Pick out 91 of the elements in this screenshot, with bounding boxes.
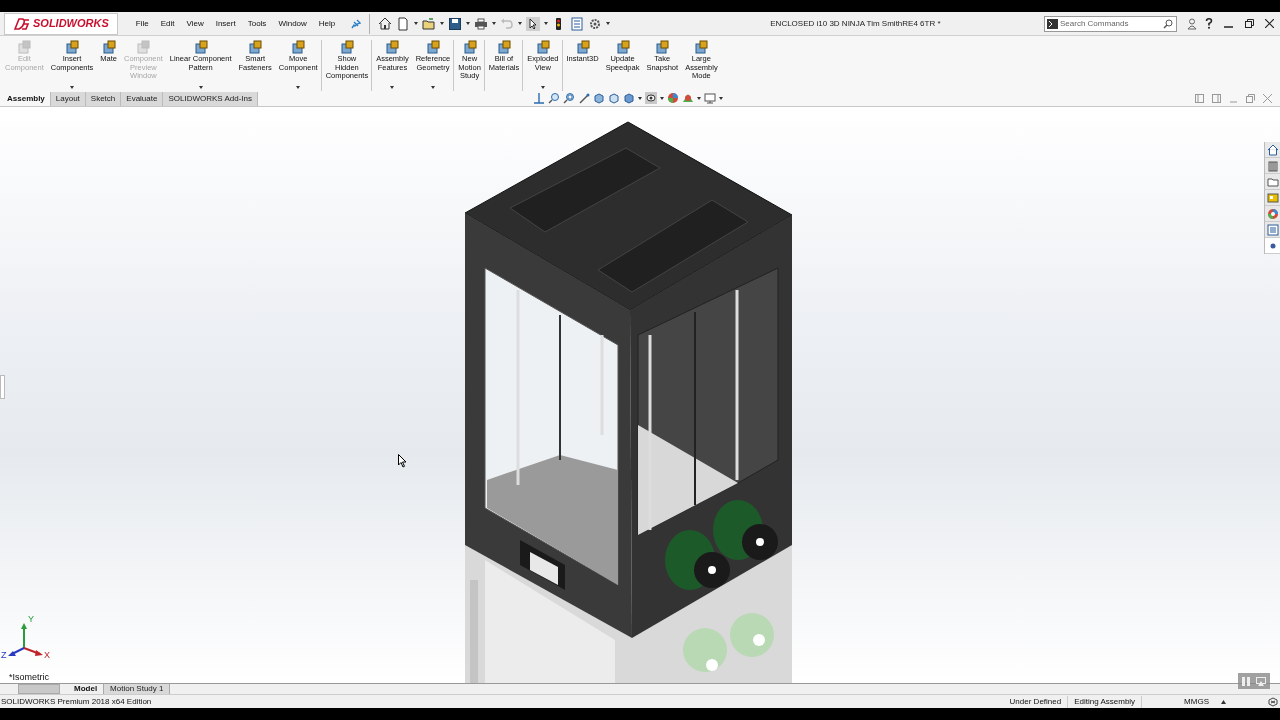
save-icon[interactable]	[448, 16, 463, 31]
folder-icon[interactable]	[1266, 175, 1279, 188]
panel-handle[interactable]	[0, 375, 5, 399]
caret-icon[interactable]	[697, 96, 702, 100]
caret-icon[interactable]	[198, 86, 203, 89]
color-wheel-icon[interactable]	[1266, 207, 1279, 220]
component-icon	[575, 40, 590, 54]
search-input[interactable]: Search Commands	[1060, 17, 1163, 30]
axis-label: Z	[1, 651, 7, 660]
folder-icon[interactable]	[422, 16, 437, 31]
menu-item[interactable]: Insert	[211, 17, 240, 30]
component-icon	[462, 40, 477, 54]
caret-icon[interactable]	[296, 86, 301, 89]
menu-item[interactable]: Help	[314, 17, 340, 30]
search-icon	[1163, 18, 1173, 29]
ribbon-tab[interactable]: Layout	[50, 92, 86, 106]
ds-logo-icon	[13, 16, 31, 31]
caret-icon[interactable]	[660, 96, 665, 100]
view-orientation-label: *Isometric	[9, 671, 49, 683]
ribbon-tab[interactable]: Sketch	[85, 92, 122, 106]
status-text: Under Defined	[1003, 695, 1069, 708]
component-icon	[17, 40, 32, 54]
cursor-icon	[398, 454, 407, 468]
caret-icon[interactable]	[414, 22, 419, 25]
printer-icon[interactable]	[474, 16, 489, 31]
ribbon-tab[interactable]: SOLIDWORKS Add-Ins	[163, 92, 259, 106]
caret-icon[interactable]	[518, 22, 523, 25]
close-icon[interactable]	[1265, 19, 1274, 28]
component-icon	[291, 40, 306, 54]
component-icon	[615, 40, 630, 54]
wand-icon[interactable]	[578, 92, 591, 104]
menu-item[interactable]: Edit	[156, 17, 179, 30]
monitor-icon[interactable]	[704, 92, 717, 104]
component-icon	[426, 40, 440, 54]
units-label[interactable]: MMGS	[1184, 695, 1209, 708]
caret-icon[interactable]	[70, 86, 75, 89]
command-prompt-icon	[1047, 18, 1058, 29]
axis-label: Y	[28, 615, 34, 624]
component-icon	[339, 40, 354, 54]
caret-icon[interactable]	[606, 22, 611, 25]
palette-icon[interactable]	[1266, 191, 1279, 204]
menu-item[interactable]: File	[131, 17, 153, 30]
app-logo[interactable]: SOLIDWORKS	[4, 12, 118, 35]
settings-icon[interactable]	[588, 16, 603, 31]
search-bar[interactable]: Search Commands	[1044, 15, 1177, 32]
menu-item[interactable]: Tools	[243, 17, 271, 30]
sphere-icon[interactable]	[667, 92, 680, 104]
component-icon	[65, 40, 80, 54]
component-icon	[655, 40, 670, 54]
axis-label: X	[44, 651, 50, 660]
status-text: SOLIDWORKS Premium 2018 x64 Edition	[1, 695, 152, 708]
logo-text: SOLIDWORKS	[33, 16, 109, 32]
help-icon[interactable]	[1205, 18, 1213, 29]
list-icon[interactable]	[1266, 223, 1279, 236]
caret-icon[interactable]	[544, 22, 549, 25]
status-text: Editing Assembly	[1068, 695, 1143, 708]
caret-icon[interactable]	[466, 22, 471, 25]
tile-left-icon[interactable]	[1195, 93, 1204, 103]
caret-icon[interactable]	[638, 96, 643, 100]
zoom-icon[interactable]	[548, 92, 561, 104]
caret-icon[interactable]	[719, 96, 724, 100]
user-icon[interactable]	[1187, 17, 1197, 30]
zoom-icon[interactable]	[563, 92, 576, 104]
house-icon[interactable]	[378, 16, 393, 31]
caret-icon[interactable]	[540, 86, 545, 89]
house-icon[interactable]	[1266, 143, 1279, 156]
restore-icon[interactable]	[1245, 19, 1254, 28]
pointer-icon[interactable]	[526, 16, 541, 31]
document-icon[interactable]	[396, 16, 411, 31]
component-icon	[497, 40, 512, 54]
component-icon	[193, 40, 208, 54]
caret-icon[interactable]	[440, 22, 445, 25]
eye-icon[interactable]	[645, 92, 658, 104]
window-title: ENCLOSED i10 3D NINJA Tim SmithRE4 6TR *	[770, 17, 941, 30]
component-icon	[535, 40, 550, 54]
component-icon	[101, 40, 116, 54]
component-icon	[248, 40, 263, 54]
pin-icon[interactable]	[351, 18, 362, 29]
ribbon-tab[interactable]: Evaluate	[121, 92, 164, 106]
menu-item[interactable]: Window	[274, 17, 311, 30]
caret-icon[interactable]	[431, 86, 435, 89]
component-icon	[385, 40, 400, 54]
caret-icon[interactable]	[390, 86, 395, 89]
scene-icon[interactable]	[682, 92, 695, 104]
caret-icon[interactable]	[492, 22, 497, 25]
component-icon	[136, 40, 151, 54]
status-icon[interactable]	[1268, 696, 1278, 707]
menu-item[interactable]: View	[182, 17, 208, 30]
caret-icon[interactable]	[1221, 699, 1226, 704]
tile-right-icon[interactable]	[1212, 93, 1221, 103]
component-icon	[694, 40, 709, 54]
